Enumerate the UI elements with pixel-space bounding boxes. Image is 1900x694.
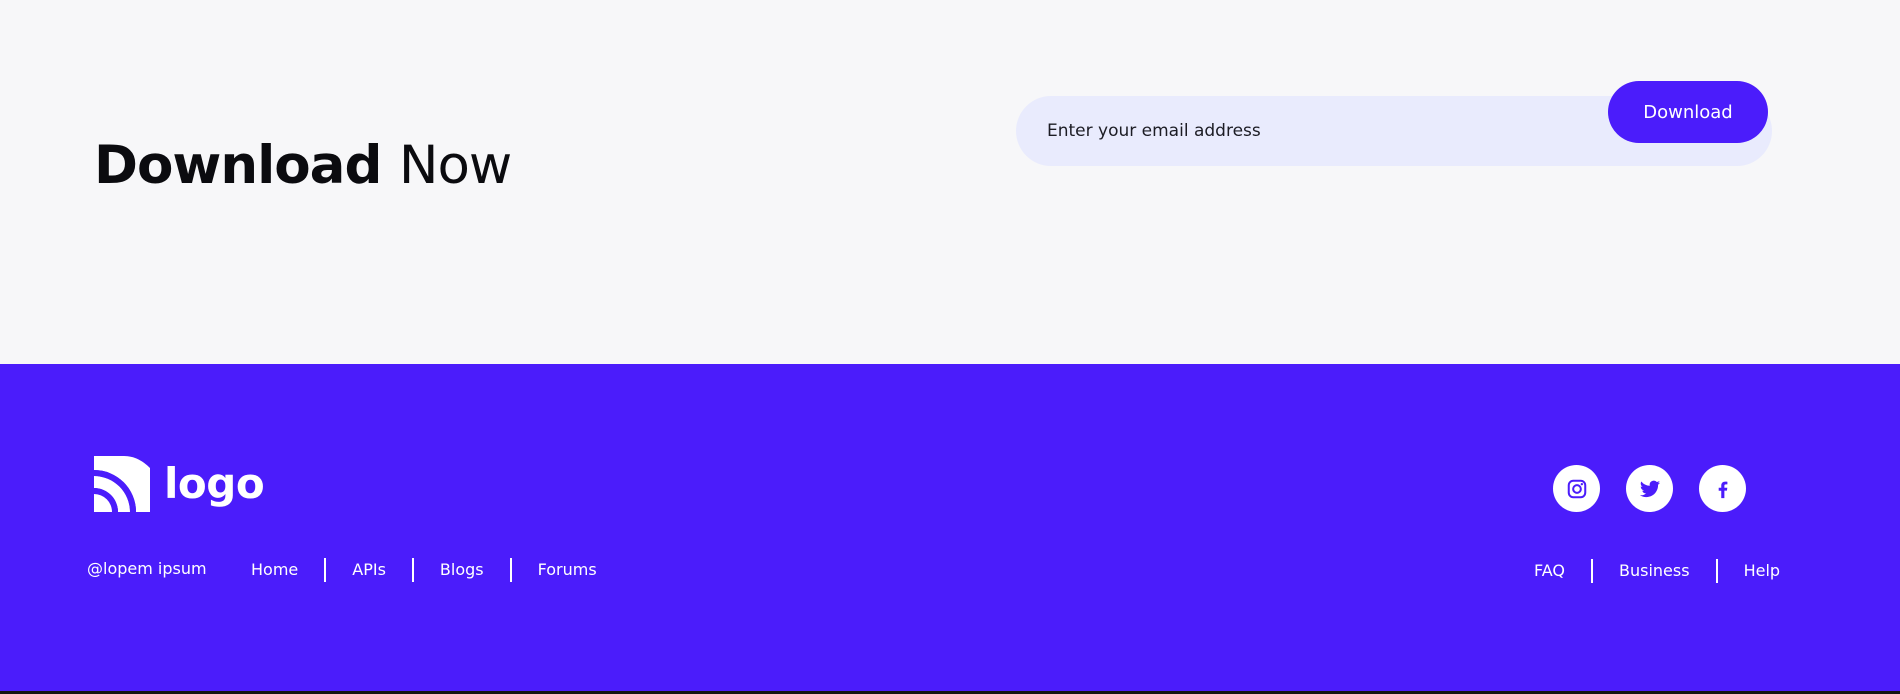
nav-link-apis[interactable]: APIs xyxy=(326,558,412,582)
logo-mark-icon xyxy=(94,456,150,512)
social-links xyxy=(1553,465,1746,512)
logo[interactable]: logo xyxy=(94,456,265,512)
logo-text: logo xyxy=(164,459,265,508)
nav-link-business[interactable]: Business xyxy=(1593,559,1716,583)
facebook-icon xyxy=(1718,481,1727,498)
nav-link-blogs[interactable]: Blogs xyxy=(414,558,510,582)
email-input[interactable] xyxy=(1047,96,1607,166)
footer-nav-right: FAQ Business Help xyxy=(1508,559,1806,583)
download-button[interactable]: Download xyxy=(1608,81,1768,143)
download-section: Download Now Download xyxy=(0,0,1900,364)
nav-link-help[interactable]: Help xyxy=(1718,559,1806,583)
footer-nav-left: Home APIs Blogs Forums xyxy=(225,558,623,582)
download-title-strong: Download xyxy=(94,135,382,196)
nav-link-forums[interactable]: Forums xyxy=(512,558,623,582)
nav-link-faq[interactable]: FAQ xyxy=(1508,559,1591,583)
download-title: Download Now xyxy=(94,135,512,196)
footer: logo @lopem ipsum Home APIs Blogs Forums xyxy=(0,364,1900,691)
facebook-button[interactable] xyxy=(1699,465,1746,512)
download-title-light: Now xyxy=(398,135,512,196)
instagram-icon xyxy=(1567,479,1586,498)
page: Download Now Download logo @lopem ipsum … xyxy=(0,0,1900,694)
twitter-icon xyxy=(1639,480,1660,497)
copyright-text: @lopem ipsum xyxy=(87,559,207,578)
twitter-button[interactable] xyxy=(1626,465,1673,512)
nav-link-home[interactable]: Home xyxy=(225,558,324,582)
instagram-button[interactable] xyxy=(1553,465,1600,512)
